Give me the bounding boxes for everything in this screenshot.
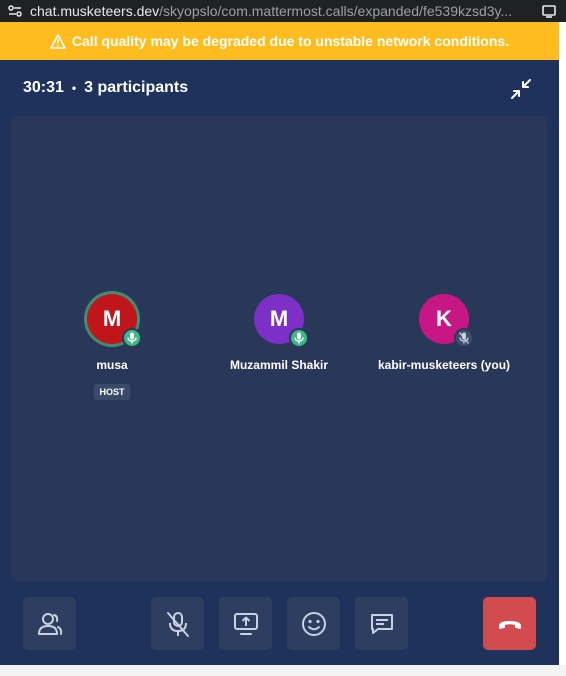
participants-count: 3 participants (84, 79, 189, 96)
avatar-initial: M (269, 306, 289, 331)
call-controls (0, 597, 559, 650)
microphone-off-icon (454, 328, 474, 348)
emoji-icon (301, 611, 326, 636)
call-timer: 30:31 (23, 79, 64, 96)
microphone-on-icon (122, 328, 142, 348)
network-warning-banner: Call quality may be degraded due to unst… (0, 22, 559, 60)
browser-address-bar[interactable]: chat.musketeers.dev/skyopslo/com.matterm… (0, 0, 566, 22)
extension-icon[interactable] (538, 2, 560, 20)
avatar-initial: M (102, 306, 122, 331)
warning-icon (50, 33, 66, 49)
participant-name: kabir-musketeers (you) (377, 358, 511, 372)
chat-icon (370, 613, 393, 634)
participants-icon (37, 612, 62, 635)
page-bottom-edge (0, 665, 566, 676)
avatar-initial: K (436, 306, 452, 331)
screen-share-icon (233, 612, 258, 635)
site-settings-icon[interactable] (0, 5, 30, 17)
reactions-button[interactable] (287, 597, 340, 650)
participant-tile: K kabir-musketeers (you) (344, 294, 544, 372)
participant-name: Muzammil Shakir (229, 358, 329, 372)
call-window: 30:31 • 3 participants M musa HOST M Muz… (0, 60, 559, 665)
page-edge (559, 22, 566, 665)
chat-thread-button[interactable] (355, 597, 408, 650)
collapse-window-button[interactable] (509, 77, 533, 101)
participants-stage: M musa HOST M Muzammil Shakir K kabir-mu… (11, 116, 547, 581)
url-path: /skyopslo/com.mattermost.calls/expanded/… (159, 3, 513, 19)
warning-text: Call quality may be degraded due to unst… (71, 33, 510, 49)
header-separator: • (71, 81, 77, 95)
participants-list-button[interactable] (23, 597, 76, 650)
microphone-off-icon (166, 611, 189, 637)
microphone-on-icon (289, 328, 309, 348)
leave-call-button[interactable] (483, 597, 536, 650)
phone-hangup-icon (498, 620, 521, 629)
url-host: chat.musketeers.dev (30, 3, 160, 19)
participant-name: musa (96, 358, 128, 372)
call-header: 30:31 • 3 participants (0, 60, 559, 116)
share-screen-button[interactable] (219, 597, 272, 650)
host-badge: HOST (94, 384, 130, 400)
mute-button[interactable] (151, 597, 204, 650)
minimize-arrows-icon (511, 79, 531, 99)
